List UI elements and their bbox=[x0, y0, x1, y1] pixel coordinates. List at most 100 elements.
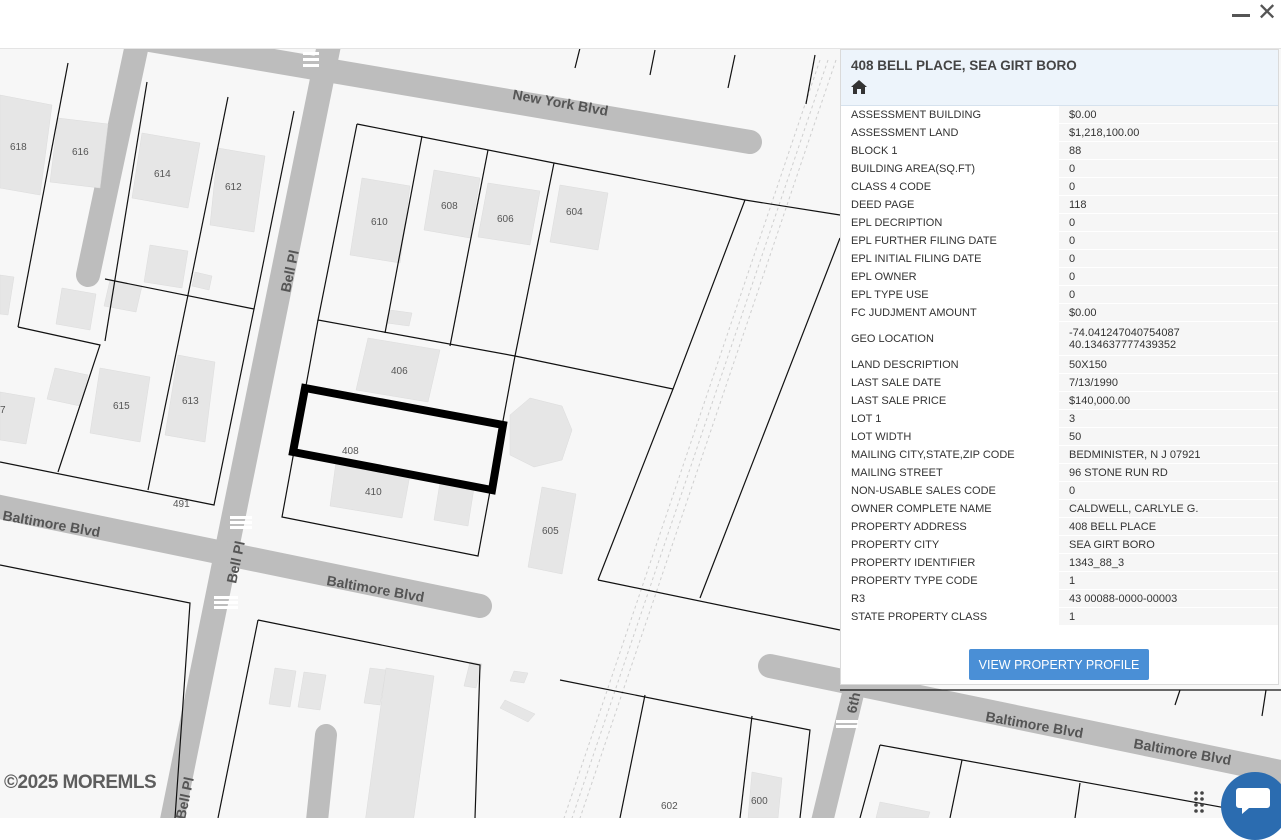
lot-number: 604 bbox=[566, 207, 583, 218]
lot-number: 610 bbox=[371, 217, 388, 228]
property-row: PROPERTY TYPE CODE 1 bbox=[841, 572, 1278, 590]
property-row: MAILING STREET 96 STONE RUN RD bbox=[841, 464, 1278, 482]
lot-number: 606 bbox=[497, 214, 514, 225]
property-key: PROPERTY IDENTIFIER bbox=[841, 554, 1059, 572]
property-key: PROPERTY CITY bbox=[841, 536, 1059, 554]
property-key: FC JUDJMENT AMOUNT bbox=[841, 304, 1059, 322]
property-row: EPL FURTHER FILING DATE 0 bbox=[841, 232, 1278, 250]
lot-number: 605 bbox=[542, 526, 559, 537]
lot-number: 491 bbox=[173, 499, 190, 510]
property-value: 0 bbox=[1059, 232, 1278, 250]
close-button[interactable]: ✕ bbox=[1255, 0, 1279, 26]
map-copyright: ©2025 MOREMLS bbox=[4, 772, 157, 793]
property-row: ASSESSMENT BUILDING $0.00 bbox=[841, 106, 1278, 124]
property-row: FC JUDJMENT AMOUNT $0.00 bbox=[841, 304, 1278, 322]
property-value: 3 bbox=[1059, 410, 1278, 428]
property-key: ASSESSMENT BUILDING bbox=[841, 106, 1059, 124]
lot-number: 7 bbox=[0, 405, 6, 416]
lot-number: 616 bbox=[72, 147, 89, 158]
selected-parcel-408[interactable] bbox=[288, 383, 508, 495]
property-key: LAND DESCRIPTION bbox=[841, 356, 1059, 374]
property-row: PROPERTY ADDRESS 408 BELL PLACE bbox=[841, 518, 1278, 536]
view-property-profile-button[interactable]: VIEW PROPERTY PROFILE bbox=[969, 649, 1149, 680]
property-row: ASSESSMENT LAND $1,218,100.00 bbox=[841, 124, 1278, 142]
property-value: -74.041247040754087 40.134637777439352 bbox=[1059, 322, 1278, 356]
property-value: 96 STONE RUN RD bbox=[1059, 464, 1278, 482]
property-row: EPL TYPE USE 0 bbox=[841, 286, 1278, 304]
property-key: LAST SALE DATE bbox=[841, 374, 1059, 392]
property-value: $0.00 bbox=[1059, 106, 1278, 124]
property-value: 0 bbox=[1059, 268, 1278, 286]
property-row: STATE PROPERTY CLASS 1 bbox=[841, 608, 1278, 626]
property-key: PROPERTY ADDRESS bbox=[841, 518, 1059, 536]
property-value: 0 bbox=[1059, 286, 1278, 304]
property-value: 1343_88_3 bbox=[1059, 554, 1278, 572]
building-footprints bbox=[0, 94, 931, 818]
property-value: 0 bbox=[1059, 178, 1278, 196]
property-row: CLASS 4 CODE 0 bbox=[841, 178, 1278, 196]
property-key: LOT WIDTH bbox=[841, 428, 1059, 446]
property-value: 43 00088-0000-00003 bbox=[1059, 590, 1278, 608]
property-key: MAILING CITY,STATE,ZIP CODE bbox=[841, 446, 1059, 464]
property-value: $1,218,100.00 bbox=[1059, 124, 1278, 142]
lot-number: 613 bbox=[182, 396, 199, 407]
street-label: 6th bbox=[843, 691, 863, 715]
close-icon: ✕ bbox=[1256, 0, 1278, 26]
road-stub-lower bbox=[306, 724, 337, 818]
property-value: BEDMINISTER, N J 07921 bbox=[1059, 446, 1278, 464]
property-key: EPL TYPE USE bbox=[841, 286, 1059, 304]
property-key: BLOCK 1 bbox=[841, 142, 1059, 160]
property-key: MAILING STREET bbox=[841, 464, 1059, 482]
property-value-line: -74.041247040754087 bbox=[1069, 326, 1180, 339]
grip-icon[interactable] bbox=[1193, 790, 1205, 816]
property-key: CLASS 4 CODE bbox=[841, 178, 1059, 196]
property-row: DEED PAGE 118 bbox=[841, 196, 1278, 214]
panel-title: 408 BELL PLACE, SEA GIRT BORO bbox=[851, 58, 1077, 73]
property-value: 7/13/1990 bbox=[1059, 374, 1278, 392]
property-value: 50X150 bbox=[1059, 356, 1278, 374]
property-row: PROPERTY IDENTIFIER 1343_88_3 bbox=[841, 554, 1278, 572]
property-row: R3 43 00088-0000-00003 bbox=[841, 590, 1278, 608]
property-key: PROPERTY TYPE CODE bbox=[841, 572, 1059, 590]
railway bbox=[563, 59, 837, 818]
lot-number: 608 bbox=[441, 201, 458, 212]
property-value: $0.00 bbox=[1059, 304, 1278, 322]
property-row: LAND DESCRIPTION 50X150 bbox=[841, 356, 1278, 374]
property-value: 408 BELL PLACE bbox=[1059, 518, 1278, 536]
property-value: 118 bbox=[1059, 196, 1278, 214]
lot-number: 600 bbox=[751, 796, 768, 807]
property-value: 0 bbox=[1059, 214, 1278, 232]
lot-number: 408 bbox=[342, 446, 359, 457]
property-row: MAILING CITY,STATE,ZIP CODE BEDMINISTER, … bbox=[841, 446, 1278, 464]
property-value: 88 bbox=[1059, 142, 1278, 160]
property-key: BUILDING AREA(SQ.FT) bbox=[841, 160, 1059, 178]
home-icon[interactable] bbox=[851, 80, 867, 94]
property-key: OWNER COMPLETE NAME bbox=[841, 500, 1059, 518]
property-info-panel: 408 BELL PLACE, SEA GIRT BORO ASSESSMENT… bbox=[840, 49, 1279, 685]
property-details-table: ASSESSMENT BUILDING $0.00 ASSESSMENT LAND $… bbox=[841, 106, 1278, 626]
property-key: NON-USABLE SALES CODE bbox=[841, 482, 1059, 500]
property-row: LAST SALE PRICE $140,000.00 bbox=[841, 392, 1278, 410]
property-key: DEED PAGE bbox=[841, 196, 1059, 214]
property-row: BUILDING AREA(SQ.FT) 0 bbox=[841, 160, 1278, 178]
property-key: GEO LOCATION bbox=[841, 322, 1059, 356]
road-new-york-blvd bbox=[142, 49, 762, 154]
property-value: SEA GIRT BORO bbox=[1059, 536, 1278, 554]
property-row: LOT 13 bbox=[841, 410, 1278, 428]
property-key: EPL FURTHER FILING DATE bbox=[841, 232, 1059, 250]
minimize-icon bbox=[1232, 14, 1250, 17]
property-key: STATE PROPERTY CLASS bbox=[841, 608, 1059, 626]
lot-number: 602 bbox=[661, 801, 678, 812]
top-bar: ✕ bbox=[0, 0, 1281, 49]
minimize-button[interactable] bbox=[1229, 4, 1253, 24]
lot-number: 410 bbox=[365, 487, 382, 498]
property-row: EPL INITIAL FILING DATE 0 bbox=[841, 250, 1278, 268]
chat-widget-button[interactable] bbox=[1221, 772, 1281, 840]
property-key: LAST SALE PRICE bbox=[841, 392, 1059, 410]
panel-header: 408 BELL PLACE, SEA GIRT BORO bbox=[841, 50, 1278, 106]
property-value: 0 bbox=[1059, 250, 1278, 268]
lot-number: 612 bbox=[225, 182, 242, 193]
property-key: EPL DECRIPTION bbox=[841, 214, 1059, 232]
property-key: EPL INITIAL FILING DATE bbox=[841, 250, 1059, 268]
property-value: $140,000.00 bbox=[1059, 392, 1278, 410]
